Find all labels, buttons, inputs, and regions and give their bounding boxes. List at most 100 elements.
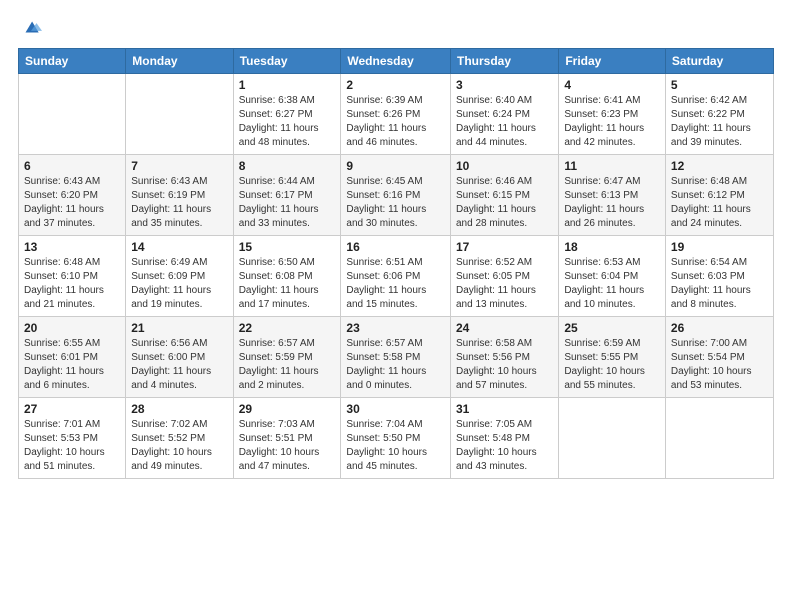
day-cell: 27 Sunrise: 7:01 AMSunset: 5:53 PMDayligh… — [19, 398, 126, 479]
day-number: 16 — [346, 240, 445, 254]
day-cell: 11Sunrise: 6:47 AMSunset: 6:13 PMDayligh… — [559, 155, 666, 236]
day-info: Sunrise: 6:50 AMSunset: 6:08 PMDaylight:… — [239, 256, 336, 312]
day-cell: 17 Sunrise: 6:52 AMSunset: 6:05 PMDayligh… — [450, 236, 558, 317]
day-cell: 6Sunrise: 6:43 AMSunset: 6:20 PMDaylight… — [19, 155, 126, 236]
day-cell — [665, 398, 773, 479]
day-info: Sunrise: 6:57 AMSunset: 5:59 PMDaylight:… — [239, 337, 336, 393]
day-cell: 24 Sunrise: 6:58 AMSunset: 5:56 PMDayligh… — [450, 317, 558, 398]
day-number: 13 — [24, 240, 120, 254]
calendar-body: 1 Sunrise: 6:38 AMSunset: 6:27 PMDaylight… — [19, 74, 774, 479]
day-info: Sunrise: 6:41 AMSunset: 6:23 PMDaylight:… — [564, 94, 660, 150]
day-cell: 23 Sunrise: 6:57 AMSunset: 5:58 PMDayligh… — [341, 317, 451, 398]
day-number: 3 — [456, 78, 553, 92]
day-number: 31 — [456, 402, 553, 416]
week-row-1: 1 Sunrise: 6:38 AMSunset: 6:27 PMDaylight… — [19, 74, 774, 155]
day-info: Sunrise: 6:57 AMSunset: 5:58 PMDaylight:… — [346, 337, 445, 393]
day-info: Sunrise: 6:46 AMSunset: 6:15 PMDaylight:… — [456, 175, 553, 231]
logo — [18, 16, 42, 38]
day-number: 1 — [239, 78, 336, 92]
day-number: 28 — [131, 402, 227, 416]
calendar-table: SundayMondayTuesdayWednesdayThursdayFrid… — [18, 48, 774, 479]
day-number: 18 — [564, 240, 660, 254]
day-cell: 4 Sunrise: 6:41 AMSunset: 6:23 PMDaylight… — [559, 74, 666, 155]
week-row-3: 13 Sunrise: 6:48 AMSunset: 6:10 PMDayligh… — [19, 236, 774, 317]
day-info: Sunrise: 6:45 AMSunset: 6:16 PMDaylight:… — [346, 175, 445, 231]
calendar-header: SundayMondayTuesdayWednesdayThursdayFrid… — [19, 49, 774, 74]
day-cell: 10 Sunrise: 6:46 AMSunset: 6:15 PMDayligh… — [450, 155, 558, 236]
day-number: 20 — [24, 321, 120, 335]
day-info: Sunrise: 7:05 AMSunset: 5:48 PMDaylight:… — [456, 418, 553, 474]
page: SundayMondayTuesdayWednesdayThursdayFrid… — [0, 0, 792, 612]
week-row-2: 6Sunrise: 6:43 AMSunset: 6:20 PMDaylight… — [19, 155, 774, 236]
header-row: SundayMondayTuesdayWednesdayThursdayFrid… — [19, 49, 774, 74]
day-info: Sunrise: 6:52 AMSunset: 6:05 PMDaylight:… — [456, 256, 553, 312]
day-number: 21 — [131, 321, 227, 335]
header — [18, 16, 774, 38]
day-number: 6 — [24, 159, 120, 173]
day-info: Sunrise: 6:49 AMSunset: 6:09 PMDaylight:… — [131, 256, 227, 312]
day-info: Sunrise: 6:58 AMSunset: 5:56 PMDaylight:… — [456, 337, 553, 393]
day-info: Sunrise: 6:39 AMSunset: 6:26 PMDaylight:… — [346, 94, 445, 150]
day-number: 15 — [239, 240, 336, 254]
header-cell-tuesday: Tuesday — [233, 49, 341, 74]
day-cell: 15 Sunrise: 6:50 AMSunset: 6:08 PMDayligh… — [233, 236, 341, 317]
day-cell: 28 Sunrise: 7:02 AMSunset: 5:52 PMDayligh… — [126, 398, 233, 479]
day-info: Sunrise: 7:04 AMSunset: 5:50 PMDaylight:… — [346, 418, 445, 474]
day-info: Sunrise: 6:44 AMSunset: 6:17 PMDaylight:… — [239, 175, 336, 231]
day-number: 12 — [671, 159, 768, 173]
week-row-5: 27 Sunrise: 7:01 AMSunset: 5:53 PMDayligh… — [19, 398, 774, 479]
day-number: 27 — [24, 402, 120, 416]
day-cell: 14 Sunrise: 6:49 AMSunset: 6:09 PMDayligh… — [126, 236, 233, 317]
day-number: 19 — [671, 240, 768, 254]
day-info: Sunrise: 7:01 AMSunset: 5:53 PMDaylight:… — [24, 418, 120, 474]
day-number: 4 — [564, 78, 660, 92]
day-number: 29 — [239, 402, 336, 416]
logo-icon — [20, 16, 42, 38]
day-cell: 21 Sunrise: 6:56 AMSunset: 6:00 PMDayligh… — [126, 317, 233, 398]
day-cell: 7 Sunrise: 6:43 AMSunset: 6:19 PMDaylight… — [126, 155, 233, 236]
day-number: 30 — [346, 402, 445, 416]
day-info: Sunrise: 7:02 AMSunset: 5:52 PMDaylight:… — [131, 418, 227, 474]
day-cell: 2Sunrise: 6:39 AMSunset: 6:26 PMDaylight… — [341, 74, 451, 155]
header-cell-monday: Monday — [126, 49, 233, 74]
day-info: Sunrise: 7:00 AMSunset: 5:54 PMDaylight:… — [671, 337, 768, 393]
day-info: Sunrise: 6:43 AMSunset: 6:19 PMDaylight:… — [131, 175, 227, 231]
day-number: 24 — [456, 321, 553, 335]
day-info: Sunrise: 6:51 AMSunset: 6:06 PMDaylight:… — [346, 256, 445, 312]
day-info: Sunrise: 6:42 AMSunset: 6:22 PMDaylight:… — [671, 94, 768, 150]
day-cell: 20 Sunrise: 6:55 AMSunset: 6:01 PMDayligh… — [19, 317, 126, 398]
day-cell: 1 Sunrise: 6:38 AMSunset: 6:27 PMDaylight… — [233, 74, 341, 155]
day-cell: 13 Sunrise: 6:48 AMSunset: 6:10 PMDayligh… — [19, 236, 126, 317]
day-number: 26 — [671, 321, 768, 335]
day-info: Sunrise: 6:48 AMSunset: 6:10 PMDaylight:… — [24, 256, 120, 312]
day-info: Sunrise: 6:53 AMSunset: 6:04 PMDaylight:… — [564, 256, 660, 312]
day-cell: 12Sunrise: 6:48 AMSunset: 6:12 PMDayligh… — [665, 155, 773, 236]
day-number: 17 — [456, 240, 553, 254]
day-cell — [19, 74, 126, 155]
day-number: 10 — [456, 159, 553, 173]
day-cell: 19 Sunrise: 6:54 AMSunset: 6:03 PMDayligh… — [665, 236, 773, 317]
day-number: 14 — [131, 240, 227, 254]
day-number: 22 — [239, 321, 336, 335]
day-cell: 3 Sunrise: 6:40 AMSunset: 6:24 PMDaylight… — [450, 74, 558, 155]
day-number: 8 — [239, 159, 336, 173]
day-info: Sunrise: 6:40 AMSunset: 6:24 PMDaylight:… — [456, 94, 553, 150]
day-cell: 26 Sunrise: 7:00 AMSunset: 5:54 PMDayligh… — [665, 317, 773, 398]
day-cell: 8 Sunrise: 6:44 AMSunset: 6:17 PMDaylight… — [233, 155, 341, 236]
day-info: Sunrise: 6:47 AMSunset: 6:13 PMDaylight:… — [564, 175, 660, 231]
day-info: Sunrise: 6:56 AMSunset: 6:00 PMDaylight:… — [131, 337, 227, 393]
day-number: 25 — [564, 321, 660, 335]
day-cell: 5Sunrise: 6:42 AMSunset: 6:22 PMDaylight… — [665, 74, 773, 155]
header-cell-friday: Friday — [559, 49, 666, 74]
day-number: 7 — [131, 159, 227, 173]
day-cell: 22 Sunrise: 6:57 AMSunset: 5:59 PMDayligh… — [233, 317, 341, 398]
day-cell: 9Sunrise: 6:45 AMSunset: 6:16 PMDaylight… — [341, 155, 451, 236]
day-cell: 25 Sunrise: 6:59 AMSunset: 5:55 PMDayligh… — [559, 317, 666, 398]
day-cell: 30 Sunrise: 7:04 AMSunset: 5:50 PMDayligh… — [341, 398, 451, 479]
header-cell-thursday: Thursday — [450, 49, 558, 74]
day-info: Sunrise: 6:54 AMSunset: 6:03 PMDaylight:… — [671, 256, 768, 312]
day-info: Sunrise: 6:55 AMSunset: 6:01 PMDaylight:… — [24, 337, 120, 393]
day-info: Sunrise: 6:38 AMSunset: 6:27 PMDaylight:… — [239, 94, 336, 150]
day-number: 23 — [346, 321, 445, 335]
day-info: Sunrise: 6:59 AMSunset: 5:55 PMDaylight:… — [564, 337, 660, 393]
